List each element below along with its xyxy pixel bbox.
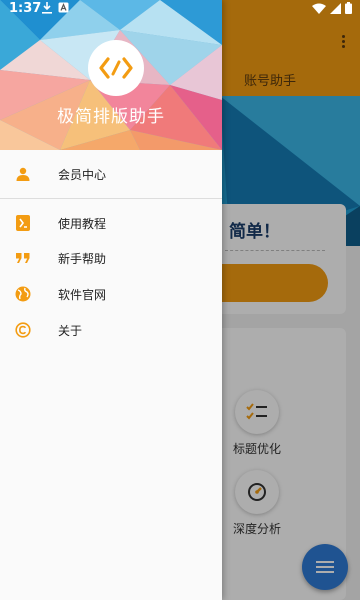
battery-icon (345, 2, 352, 14)
code-brackets-icon (99, 57, 133, 79)
navigation-drawer: 极简排版助手 会员中心 使用教程 新手帮助 软件官网 关于 (0, 0, 222, 600)
notification-a-icon (58, 2, 69, 13)
app-logo (88, 40, 144, 96)
menu-item-label: 软件官网 (58, 287, 107, 302)
person-icon (14, 165, 32, 183)
menu-divider (0, 198, 222, 199)
download-icon (42, 2, 52, 14)
drawer-header: 极简排版助手 (0, 0, 222, 150)
menu-item-label: 使用教程 (58, 216, 107, 231)
menu-item-help[interactable]: 新手帮助 (0, 241, 222, 275)
status-bar: 1:37 (0, 0, 360, 18)
copyright-icon (14, 321, 32, 339)
quote-icon (14, 249, 32, 267)
app-name: 极简排版助手 (57, 107, 165, 127)
wifi-icon (312, 3, 326, 14)
menu-item-tutorial[interactable]: 使用教程 (0, 206, 222, 240)
globe-icon (14, 285, 32, 303)
menu-item-website[interactable]: 软件官网 (0, 277, 222, 311)
status-time: 1:37 (9, 1, 42, 16)
menu-item-label: 会员中心 (58, 167, 107, 182)
menu-item-label: 关于 (58, 323, 83, 338)
book-icon (14, 214, 32, 232)
menu-item-about[interactable]: 关于 (0, 313, 222, 347)
menu-item-member-center[interactable]: 会员中心 (0, 157, 222, 191)
menu-item-label: 新手帮助 (58, 251, 107, 266)
signal-icon (330, 2, 341, 14)
